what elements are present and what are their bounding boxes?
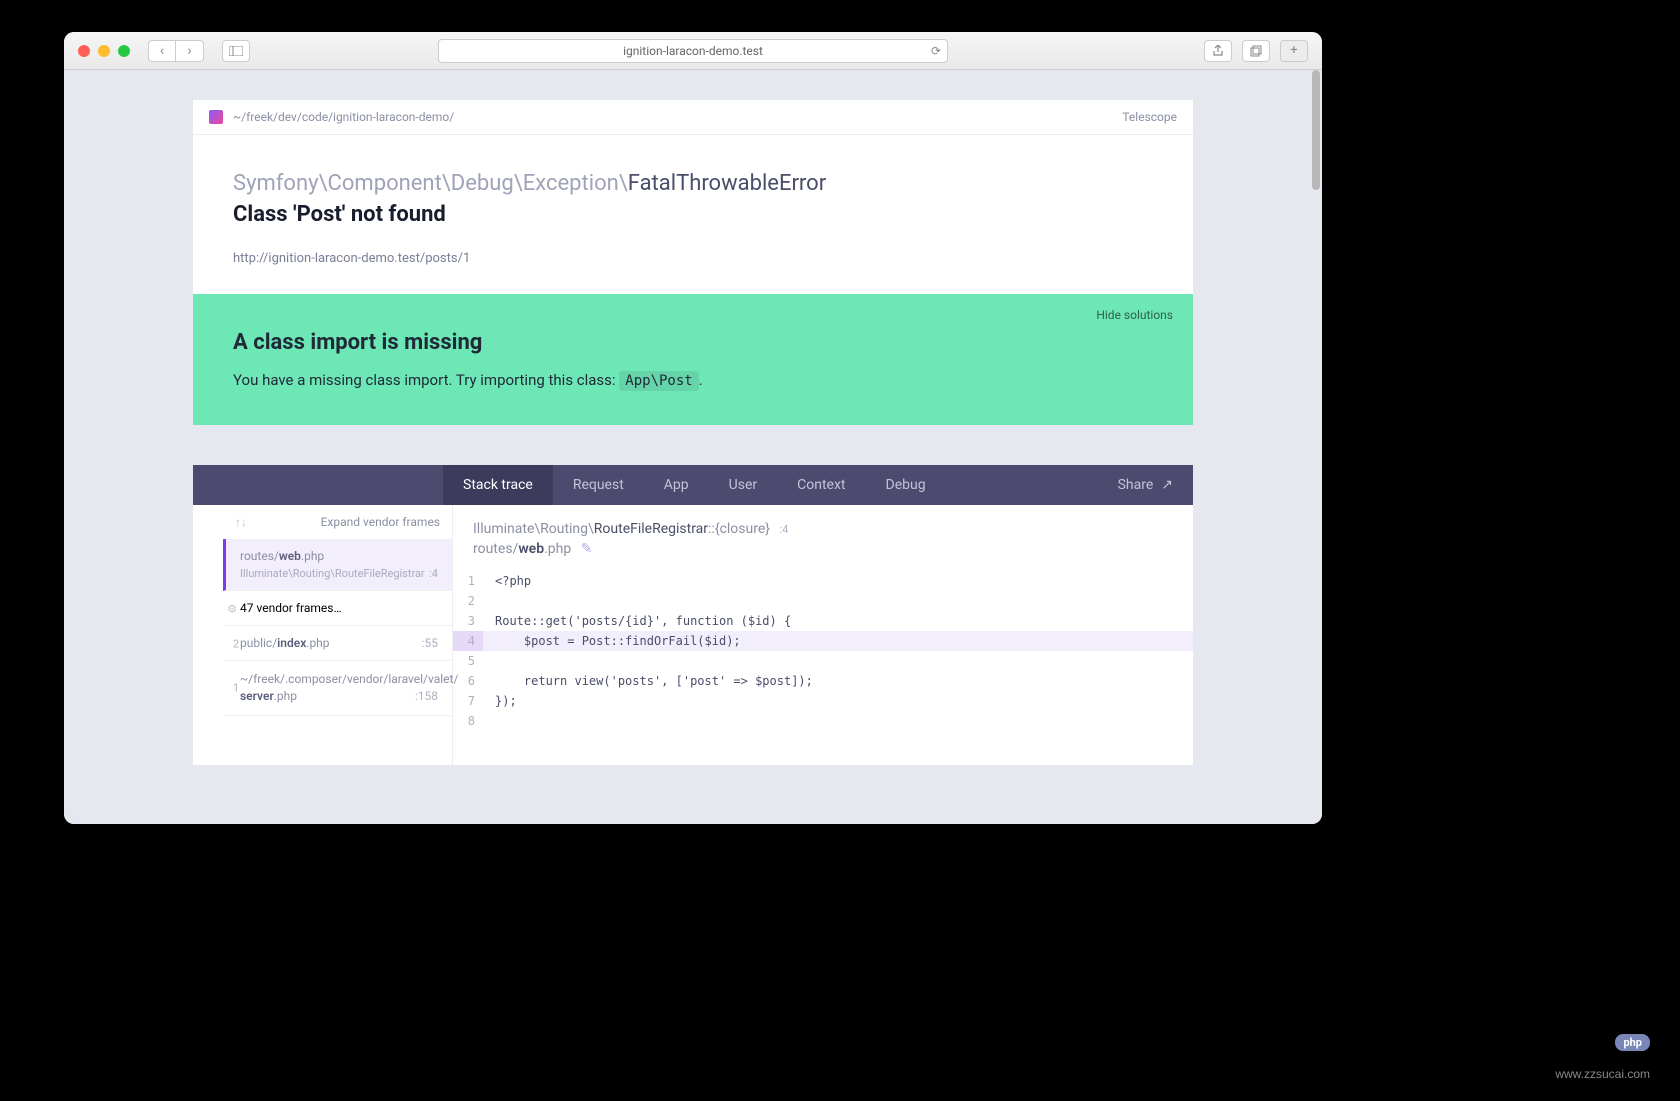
ignition-logo-icon — [209, 110, 223, 124]
line-text: $post = Post::findOrFail($id); — [483, 631, 1193, 651]
code-line: 6 return view('posts', ['post' => $post]… — [453, 671, 1193, 691]
reload-icon[interactable]: ⟳ — [931, 44, 941, 58]
back-button[interactable]: ‹ — [148, 40, 176, 62]
stack-trace-panel: ↑↓ Expand vendor frames 50routes/web.php… — [193, 505, 1193, 765]
tabs-button[interactable] — [1242, 40, 1270, 62]
request-url: http://ignition-laracon-demo.test/posts/… — [233, 251, 1153, 266]
address-bar[interactable]: ignition-laracon-demo.test ⟳ — [438, 39, 948, 63]
close-icon[interactable] — [78, 45, 90, 57]
edit-icon[interactable]: ✎ — [581, 541, 593, 557]
scrollbar[interactable] — [1310, 70, 1320, 824]
line-number: 7 — [453, 691, 483, 711]
line-number: 8 — [453, 711, 483, 731]
share-icon: ↗ — [1161, 477, 1173, 493]
telescope-link[interactable]: Telescope — [1122, 110, 1177, 124]
frame-item[interactable]: routes/web.phpIlluminate\Routing\RouteFi… — [223, 539, 452, 591]
forward-button[interactable]: › — [176, 40, 204, 62]
maximize-icon[interactable] — [118, 45, 130, 57]
minimize-icon[interactable] — [98, 45, 110, 57]
error-card: ~/freek/dev/code/ignition-laracon-demo/ … — [193, 100, 1193, 294]
line-text: return view('posts', ['post' => $post]); — [483, 671, 1193, 691]
solution-title: A class import is missing — [233, 330, 1153, 355]
code-line: 7}); — [453, 691, 1193, 711]
code-file-path: routes/web.php ✎ — [453, 537, 1193, 571]
tab-user[interactable]: User — [709, 465, 777, 505]
line-text: }); — [483, 691, 1193, 711]
error-body: Symfony\Component\Debug\Exception\FatalT… — [193, 135, 1193, 294]
solution-panel: Hide solutions A class import is missing… — [193, 294, 1193, 425]
code-line: 2 — [453, 591, 1193, 611]
line-text — [483, 591, 1193, 611]
nav-buttons: ‹ › — [148, 40, 204, 62]
tab-context[interactable]: Context — [777, 465, 865, 505]
frames-header: ↑↓ Expand vendor frames — [223, 505, 452, 539]
window-controls — [78, 45, 130, 57]
code-viewer: Illuminate\Routing\RouteFileRegistrar::{… — [453, 505, 1193, 765]
project-path: ~/freek/dev/code/ignition-laracon-demo/ — [233, 110, 454, 124]
tab-bar: Stack traceRequestAppUserContextDebug Sha… — [193, 465, 1193, 505]
hide-solutions-link[interactable]: Hide solutions — [1096, 308, 1173, 322]
solution-code: App\Post — [619, 371, 698, 391]
frame-item[interactable]: public/index.php:55 — [223, 626, 452, 661]
code-line: 1<?php — [453, 571, 1193, 591]
tab-stack-trace[interactable]: Stack trace — [443, 465, 553, 505]
toolbar-right: + — [1204, 40, 1308, 62]
solution-text: You have a missing class import. Try imp… — [233, 371, 1153, 389]
line-number: 2 — [453, 591, 483, 611]
error-message: Class 'Post' not found — [233, 202, 1153, 227]
tab-request[interactable]: Request — [553, 465, 644, 505]
code-block: 1<?php23Route::get('posts/{id}', functio… — [453, 571, 1193, 731]
titlebar: ‹ › ignition-laracon-demo.test ⟳ + — [64, 32, 1322, 70]
scrollbar-thumb[interactable] — [1312, 70, 1320, 190]
sidebar-toggle-icon[interactable] — [222, 40, 250, 62]
code-line: 3Route::get('posts/{id}', function ($id)… — [453, 611, 1193, 631]
new-tab-button[interactable]: + — [1280, 40, 1308, 62]
sort-arrows-icon[interactable]: ↑↓ — [235, 515, 247, 529]
code-line: 4 $post = Post::findOrFail($id); — [453, 631, 1193, 651]
frame-item[interactable]: ~/freek/.composer/vendor/laravel/valet/s… — [223, 661, 452, 716]
address-text: ignition-laracon-demo.test — [623, 44, 763, 58]
line-number: 4 — [453, 631, 483, 651]
php-badge: php — [1615, 1034, 1650, 1051]
code-line: 8 — [453, 711, 1193, 731]
line-text — [483, 711, 1193, 731]
share-button[interactable]: Share ↗ — [1098, 477, 1193, 493]
code-line: 5 — [453, 651, 1193, 671]
browser-window: ‹ › ignition-laracon-demo.test ⟳ + ~/fre… — [64, 32, 1322, 824]
code-class-header: Illuminate\Routing\RouteFileRegistrar::{… — [453, 521, 1193, 537]
expand-vendor-link[interactable]: Expand vendor frames — [321, 515, 440, 529]
line-text — [483, 651, 1193, 671]
tab-debug[interactable]: Debug — [866, 465, 946, 505]
line-number: 5 — [453, 651, 483, 671]
exception-namespace: Symfony\Component\Debug\Exception\FatalT… — [233, 171, 1153, 196]
viewport: ~/freek/dev/code/ignition-laracon-demo/ … — [64, 70, 1322, 824]
frames-list: ↑↓ Expand vendor frames 50routes/web.php… — [193, 505, 453, 765]
watermark: www.zzsucai.com — [1555, 1067, 1650, 1081]
share-button[interactable] — [1204, 40, 1232, 62]
card-header: ~/freek/dev/code/ignition-laracon-demo/ … — [193, 100, 1193, 135]
line-number: 3 — [453, 611, 483, 631]
line-text: Route::get('posts/{id}', function ($id) … — [483, 611, 1193, 631]
tab-app[interactable]: App — [644, 465, 709, 505]
line-number: 1 — [453, 571, 483, 591]
vendor-frames-collapsed[interactable]: 47 vendor frames… — [223, 591, 452, 626]
line-text: <?php — [483, 571, 1193, 591]
